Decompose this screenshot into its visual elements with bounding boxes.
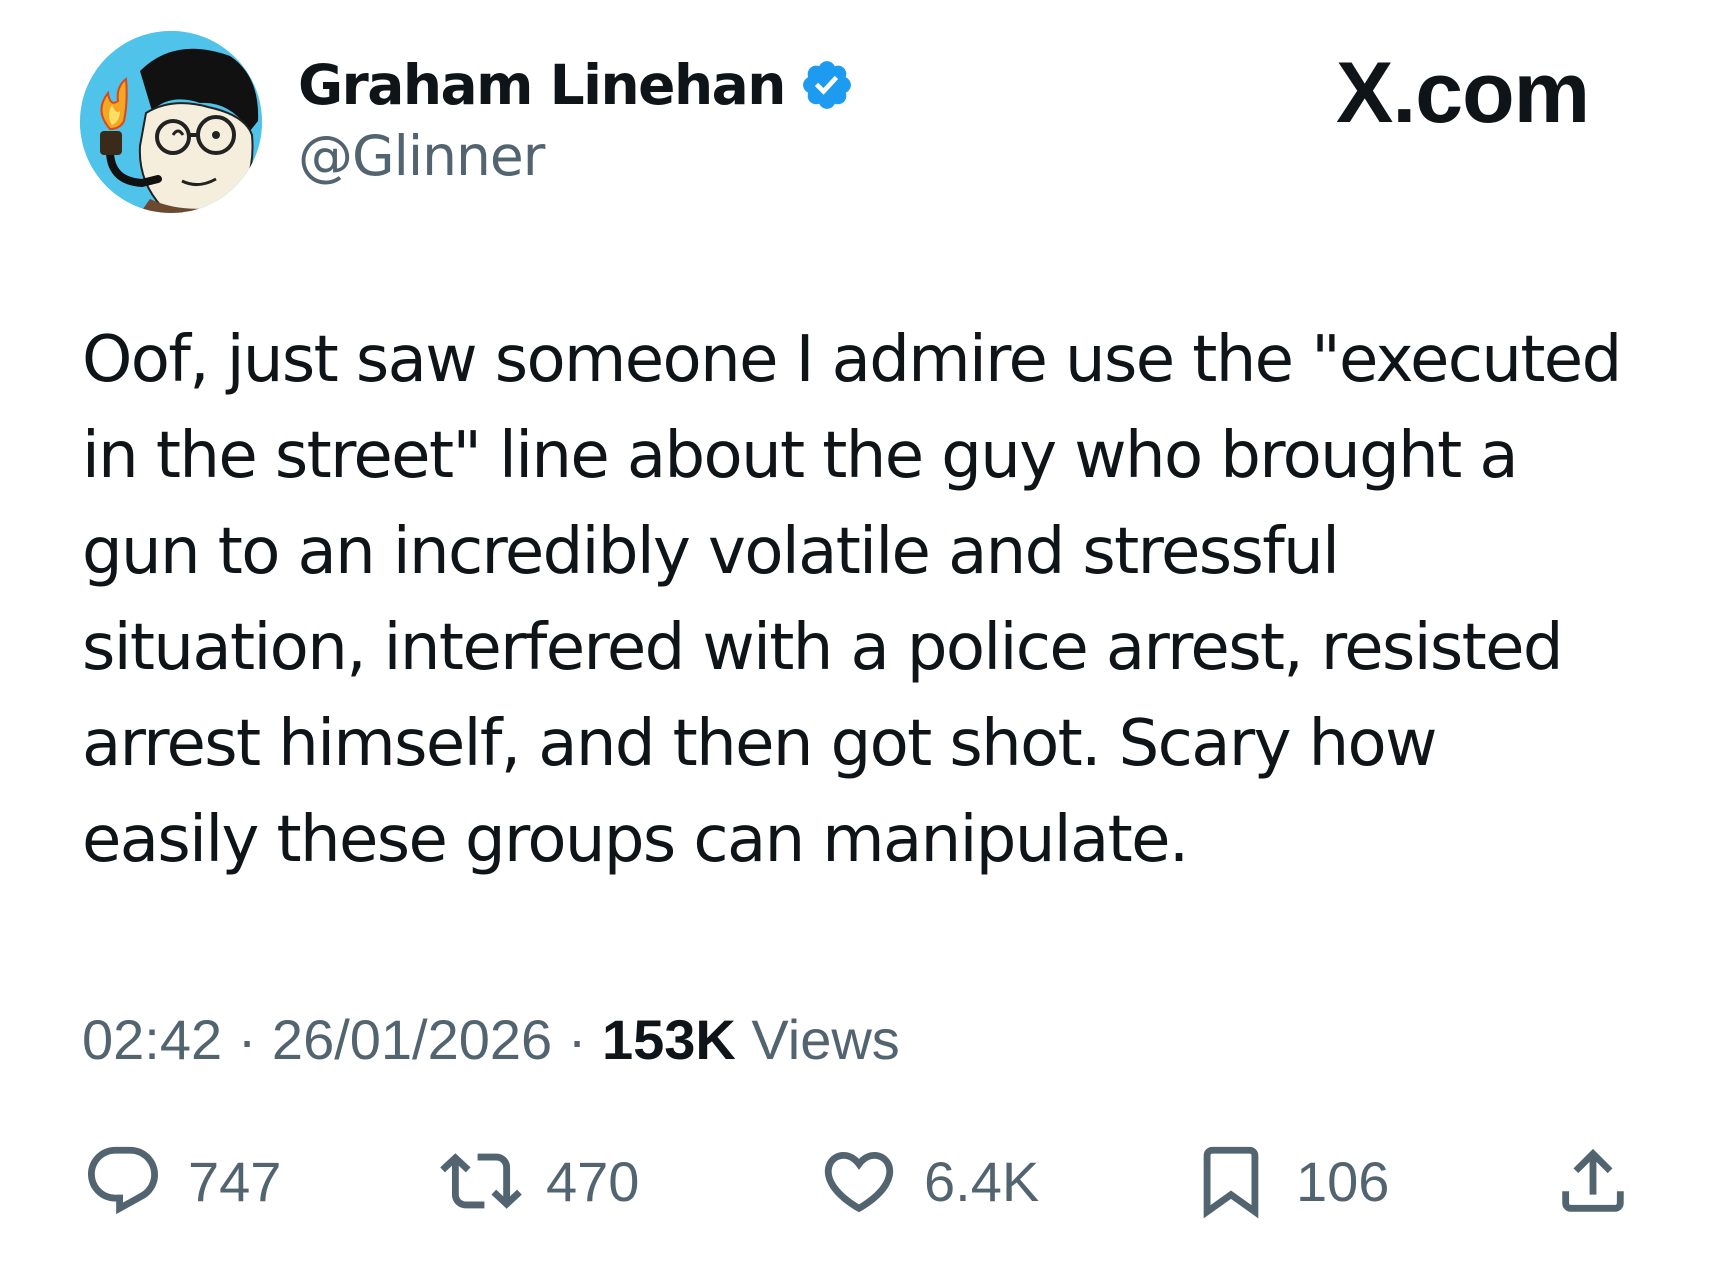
tweet-card: Graham Linehan @Glinner X.com Oof, just …: [0, 0, 1724, 1262]
tweet-date[interactable]: 26/01/2026: [272, 1008, 552, 1071]
tweet-text: Oof, just saw someone I admire use the "…: [82, 323, 1622, 877]
author-handle[interactable]: @Glinner: [298, 124, 545, 188]
repost-button[interactable]: 470: [440, 1140, 639, 1222]
bookmark-icon: [1203, 1146, 1259, 1219]
bookmark-count: 106: [1296, 1149, 1390, 1213]
avatar-cartoon-image: [80, 31, 262, 213]
tweet-time[interactable]: 02:42: [82, 1008, 222, 1071]
repost-icon: [440, 1153, 522, 1209]
reply-count: 747: [188, 1149, 282, 1213]
heart-icon: [824, 1151, 894, 1213]
repost-count: 470: [546, 1149, 640, 1213]
bookmark-button[interactable]: 106: [1190, 1140, 1389, 1222]
reply-icon: [87, 1146, 159, 1215]
x-logo: X.com: [1336, 45, 1590, 141]
views-label: Views: [751, 1008, 900, 1071]
meta-separator: ·: [567, 1008, 587, 1071]
author-name-row: Graham Linehan: [298, 50, 855, 120]
share-icon: [1562, 1148, 1624, 1212]
author-display-name[interactable]: Graham Linehan: [298, 53, 786, 117]
meta-separator: ·: [237, 1008, 257, 1071]
share-button[interactable]: [1552, 1140, 1634, 1222]
views-count: 153K: [601, 1008, 736, 1071]
verified-badge-icon[interactable]: [799, 57, 855, 113]
like-count: 6.4K: [924, 1149, 1040, 1213]
tweet-meta: 02:42 · 26/01/2026 · 153K Views: [82, 1004, 900, 1076]
reply-button[interactable]: 747: [82, 1140, 281, 1222]
like-button[interactable]: 6.4K: [818, 1140, 1039, 1222]
avatar[interactable]: [80, 31, 262, 213]
